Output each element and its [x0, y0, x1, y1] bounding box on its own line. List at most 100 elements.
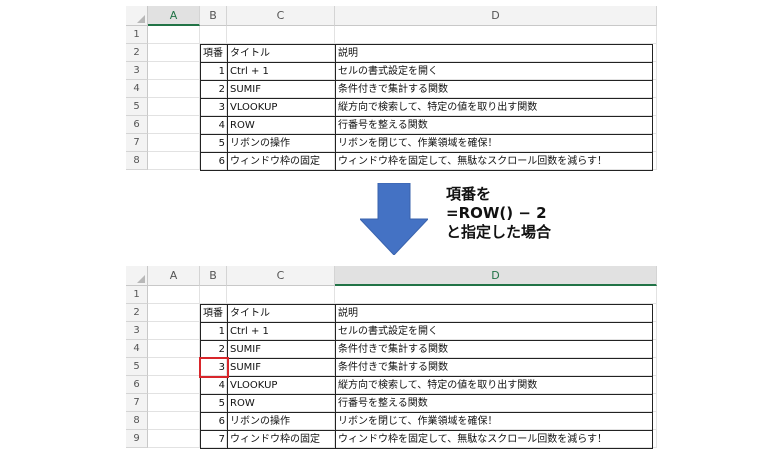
- description-cell[interactable]: 縦方向で検索して、特定の値を取り出す関数: [335, 376, 653, 395]
- description-cell[interactable]: 条件付きで集計する関数: [335, 80, 653, 99]
- item-number-cell[interactable]: 1: [200, 322, 228, 341]
- column-header-b[interactable]: B: [200, 6, 227, 26]
- table-header-description[interactable]: 説明: [335, 304, 653, 323]
- title-cell[interactable]: ウィンドウ枠の固定: [227, 430, 336, 449]
- item-number-cell[interactable]: 6: [200, 412, 228, 431]
- grid-cell[interactable]: [227, 286, 335, 304]
- grid-cell[interactable]: [148, 152, 200, 170]
- description-cell[interactable]: リボンを閉じて、作業領域を確保！: [335, 412, 653, 431]
- row-header-1[interactable]: 1: [126, 26, 148, 44]
- item-number-cell[interactable]: 7: [200, 430, 228, 449]
- description-cell[interactable]: 縦方向で検索して、特定の値を取り出す関数: [335, 98, 653, 117]
- grid-cell[interactable]: [148, 62, 200, 80]
- grid-cell[interactable]: [200, 26, 227, 44]
- item-number-cell[interactable]: 5: [200, 134, 228, 153]
- annotation-line-3: と指定した場合: [446, 223, 552, 241]
- description-cell[interactable]: 行番号を整える関数: [335, 116, 653, 135]
- row-header-2[interactable]: 2: [126, 304, 148, 322]
- title-cell[interactable]: SUMIF: [227, 80, 336, 99]
- grid-cell[interactable]: [148, 340, 200, 358]
- item-number-cell[interactable]: 6: [200, 152, 228, 171]
- row-header-4[interactable]: 4: [126, 340, 148, 358]
- row-header-3[interactable]: 3: [126, 322, 148, 340]
- column-header-c[interactable]: C: [227, 6, 335, 26]
- description-cell[interactable]: セルの書式設定を開く: [335, 322, 653, 341]
- grid-cell[interactable]: [148, 412, 200, 430]
- table-header-description[interactable]: 説明: [335, 44, 653, 63]
- grid-cell[interactable]: [148, 44, 200, 62]
- title-cell[interactable]: VLOOKUP: [227, 98, 336, 117]
- grid-cell[interactable]: [148, 116, 200, 134]
- down-arrow-icon: [360, 183, 428, 255]
- row-header-1[interactable]: 1: [126, 286, 148, 304]
- title-cell[interactable]: Ctrl + 1: [227, 322, 336, 341]
- column-header-c[interactable]: C: [227, 266, 335, 286]
- description-cell[interactable]: ウィンドウ枠を固定して、無駄なスクロール回数を減らす！: [335, 430, 653, 449]
- title-cell[interactable]: ウィンドウ枠の固定: [227, 152, 336, 171]
- description-cell[interactable]: 条件付きで集計する関数: [335, 358, 653, 377]
- column-header-b[interactable]: B: [200, 266, 227, 286]
- title-cell[interactable]: SUMIF: [227, 358, 336, 377]
- row-header-9[interactable]: 9: [126, 430, 148, 448]
- row-header-6[interactable]: 6: [126, 116, 148, 134]
- grid-cell[interactable]: [148, 376, 200, 394]
- column-header-a[interactable]: A: [148, 6, 200, 26]
- selected-cell-indicator: [199, 357, 229, 378]
- select-all-corner[interactable]: [126, 266, 148, 286]
- grid-cell[interactable]: [227, 26, 335, 44]
- grid-cell[interactable]: [335, 286, 657, 304]
- title-cell[interactable]: VLOOKUP: [227, 376, 336, 395]
- title-cell[interactable]: ROW: [227, 394, 336, 413]
- grid-cell[interactable]: [148, 322, 200, 340]
- grid-cell[interactable]: [200, 286, 227, 304]
- table-header-title[interactable]: タイトル: [227, 304, 336, 323]
- title-cell[interactable]: リボンの操作: [227, 134, 336, 153]
- item-number-cell[interactable]: 3: [200, 98, 228, 117]
- row-header-6[interactable]: 6: [126, 376, 148, 394]
- row-header-7[interactable]: 7: [126, 394, 148, 412]
- row-header-4[interactable]: 4: [126, 80, 148, 98]
- title-cell[interactable]: ROW: [227, 116, 336, 135]
- grid-cell[interactable]: [148, 134, 200, 152]
- title-cell[interactable]: SUMIF: [227, 340, 336, 359]
- select-all-corner[interactable]: [126, 6, 148, 26]
- row-header-3[interactable]: 3: [126, 62, 148, 80]
- column-header-a[interactable]: A: [148, 266, 200, 286]
- annotation-line-1: 項番を: [446, 185, 492, 203]
- description-cell[interactable]: 条件付きで集計する関数: [335, 340, 653, 359]
- item-number-cell[interactable]: 2: [200, 80, 228, 99]
- item-number-cell[interactable]: 4: [200, 376, 228, 395]
- row-header-8[interactable]: 8: [126, 412, 148, 430]
- item-number-cell[interactable]: 5: [200, 394, 228, 413]
- description-cell[interactable]: リボンを閉じて、作業領域を確保！: [335, 134, 653, 153]
- row-header-8[interactable]: 8: [126, 152, 148, 170]
- table-header-title[interactable]: タイトル: [227, 44, 336, 63]
- table-header-number[interactable]: 項番: [200, 44, 228, 63]
- description-cell[interactable]: セルの書式設定を開く: [335, 62, 653, 81]
- table-header-number[interactable]: 項番: [200, 304, 228, 323]
- grid-cell[interactable]: [148, 304, 200, 322]
- grid-cell[interactable]: [148, 430, 200, 448]
- spreadsheet-after: A B C D 1 2 3 4 5 6 7 8 9 項番 タイトル 説明 1 Ctrl + 1 セルの書式設…: [126, 266, 657, 449]
- row-header-2[interactable]: 2: [126, 44, 148, 62]
- grid-cell[interactable]: [148, 26, 200, 44]
- description-cell[interactable]: ウィンドウ枠を固定して、無駄なスクロール回数を減らす！: [335, 152, 653, 171]
- grid-cell[interactable]: [148, 358, 200, 376]
- title-cell[interactable]: Ctrl + 1: [227, 62, 336, 81]
- grid-cell[interactable]: [335, 26, 657, 44]
- grid-cell[interactable]: [148, 394, 200, 412]
- column-header-d[interactable]: D: [335, 266, 657, 286]
- grid-cell[interactable]: [148, 98, 200, 116]
- column-header-d[interactable]: D: [335, 6, 657, 26]
- grid-cell[interactable]: [148, 286, 200, 304]
- grid-cell[interactable]: [148, 80, 200, 98]
- row-header-5[interactable]: 5: [126, 98, 148, 116]
- spreadsheet-before: A B C D 1 2 3 4 5 6 7 8 項番 タイトル 説明 1 Ctrl + 1 セルの書式設定…: [126, 6, 657, 174]
- item-number-cell[interactable]: 1: [200, 62, 228, 81]
- row-header-7[interactable]: 7: [126, 134, 148, 152]
- item-number-cell[interactable]: 4: [200, 116, 228, 135]
- row-header-5[interactable]: 5: [126, 358, 148, 376]
- annotation-text: 項番を =ROW() − 2 と指定した場合: [446, 185, 551, 242]
- title-cell[interactable]: リボンの操作: [227, 412, 336, 431]
- description-cell[interactable]: 行番号を整える関数: [335, 394, 653, 413]
